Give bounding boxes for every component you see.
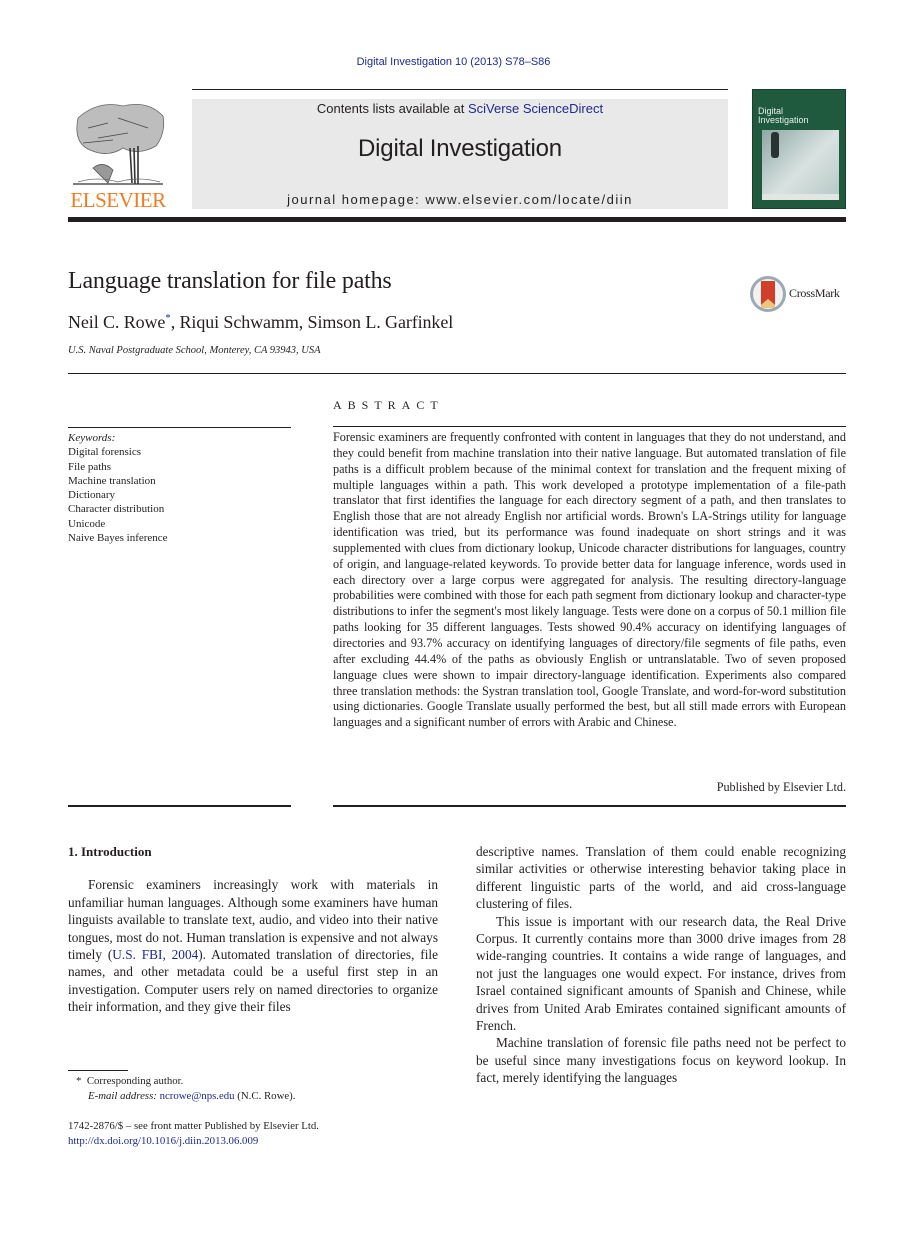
footnote-rule [68, 1070, 128, 1071]
cover-title-line2: Investigation [758, 115, 809, 125]
journal-citation[interactable]: Digital Investigation 10 (2013) S78–S86 [0, 56, 907, 68]
crossmark-label[interactable]: CrossMark [789, 286, 840, 301]
author-separator: , [170, 312, 180, 332]
abstract-bottom-rule [333, 805, 846, 807]
issn-line: 1742-2876/$ – see front matter Published… [68, 1120, 319, 1132]
author-name: Neil C. Rowe [68, 312, 166, 332]
contents-line: Contents lists available at SciVerse Sci… [192, 101, 728, 116]
author-affiliation: U.S. Naval Postgraduate School, Monterey… [68, 345, 321, 356]
keyword-item: Unicode [68, 517, 106, 530]
footnote: * Corresponding author. E-mail address: … [76, 1074, 295, 1104]
keyword-item: Naive Bayes inference [68, 532, 168, 545]
body-paragraph: Machine translation of forensic file pat… [476, 1035, 846, 1086]
email-suffix: (N.C. Rowe). [234, 1090, 296, 1102]
sciencedirect-link[interactable]: SciVerse ScienceDirect [468, 101, 603, 116]
citation-link[interactable]: U.S. FBI, 2004 [112, 947, 198, 962]
author-separator: , [298, 312, 308, 332]
keywords-top-rule [68, 427, 291, 428]
doi-link[interactable]: http://dx.doi.org/10.1016/j.diin.2013.06… [68, 1134, 319, 1149]
email-label: E-mail address: [88, 1090, 157, 1102]
journal-homepage-link[interactable]: journal homepage: www.elsevier.com/locat… [192, 192, 728, 207]
keyword-item: Dictionary [68, 489, 116, 502]
abstract-heading: ABSTRACT [333, 398, 444, 412]
body-paragraph: This issue is important with our researc… [476, 913, 846, 1034]
body-paragraph: Forensic examiners increasingly work wit… [68, 876, 438, 1015]
section-heading: 1. Introduction [68, 844, 152, 859]
footnote-corresponding: * Corresponding author. [76, 1074, 295, 1089]
abstract-top-rule [333, 426, 846, 427]
body-column-left: 1. Introduction Forensic examiners incre… [68, 843, 438, 1016]
body-column-right: descriptive names. Translation of them c… [476, 843, 846, 1087]
author-name: Simson L. Garfinkel [307, 312, 454, 332]
keyword-item: Machine translation [68, 474, 156, 487]
keyword-item: File paths [68, 460, 112, 473]
contents-prefix: Contents lists available at [316, 101, 468, 116]
journal-banner: Contents lists available at SciVerse Sci… [192, 99, 728, 209]
crossmark-icon[interactable] [749, 275, 787, 313]
publisher-note: Published by Elsevier Ltd. [716, 780, 846, 794]
cover-figure [771, 132, 779, 158]
elsevier-wordmark[interactable]: ELSEVIER [68, 190, 168, 211]
affiliation-rule [68, 373, 846, 374]
keywords-label: Keywords: [68, 432, 116, 444]
journal-cover-image[interactable]: Digital Investigation [752, 89, 846, 209]
abstract-text: Forensic examiners are frequently confro… [333, 430, 846, 730]
article-title: Language translation for file paths [68, 268, 392, 294]
keyword-item: Digital forensics [68, 446, 142, 459]
author-name: Riqui Schwamm [179, 312, 299, 332]
journal-title: Digital Investigation [358, 135, 562, 162]
cover-footer-stripe [762, 194, 839, 200]
header-top-rule [192, 89, 728, 90]
keyword-item: Character distribution [68, 503, 165, 516]
keywords-bottom-rule [68, 805, 291, 807]
footnote-email-line: E-mail address: ncrowe@nps.edu (N.C. Row… [76, 1089, 295, 1104]
cover-title: Digital Investigation [758, 107, 809, 125]
author-list: Neil C. Rowe*, Riqui Schwamm, Simson L. … [68, 312, 453, 333]
footnote-marker: * [76, 1075, 82, 1087]
page-footer: 1742-2876/$ – see front matter Published… [68, 1119, 319, 1149]
keywords-block: Keywords: Digital forensics File paths M… [68, 431, 168, 545]
body-paragraph: descriptive names. Translation of them c… [476, 844, 846, 912]
header-thick-rule [68, 217, 846, 222]
footnote-corresponding-text: Corresponding author. [86, 1075, 184, 1087]
email-link[interactable]: ncrowe@nps.edu [160, 1090, 235, 1102]
